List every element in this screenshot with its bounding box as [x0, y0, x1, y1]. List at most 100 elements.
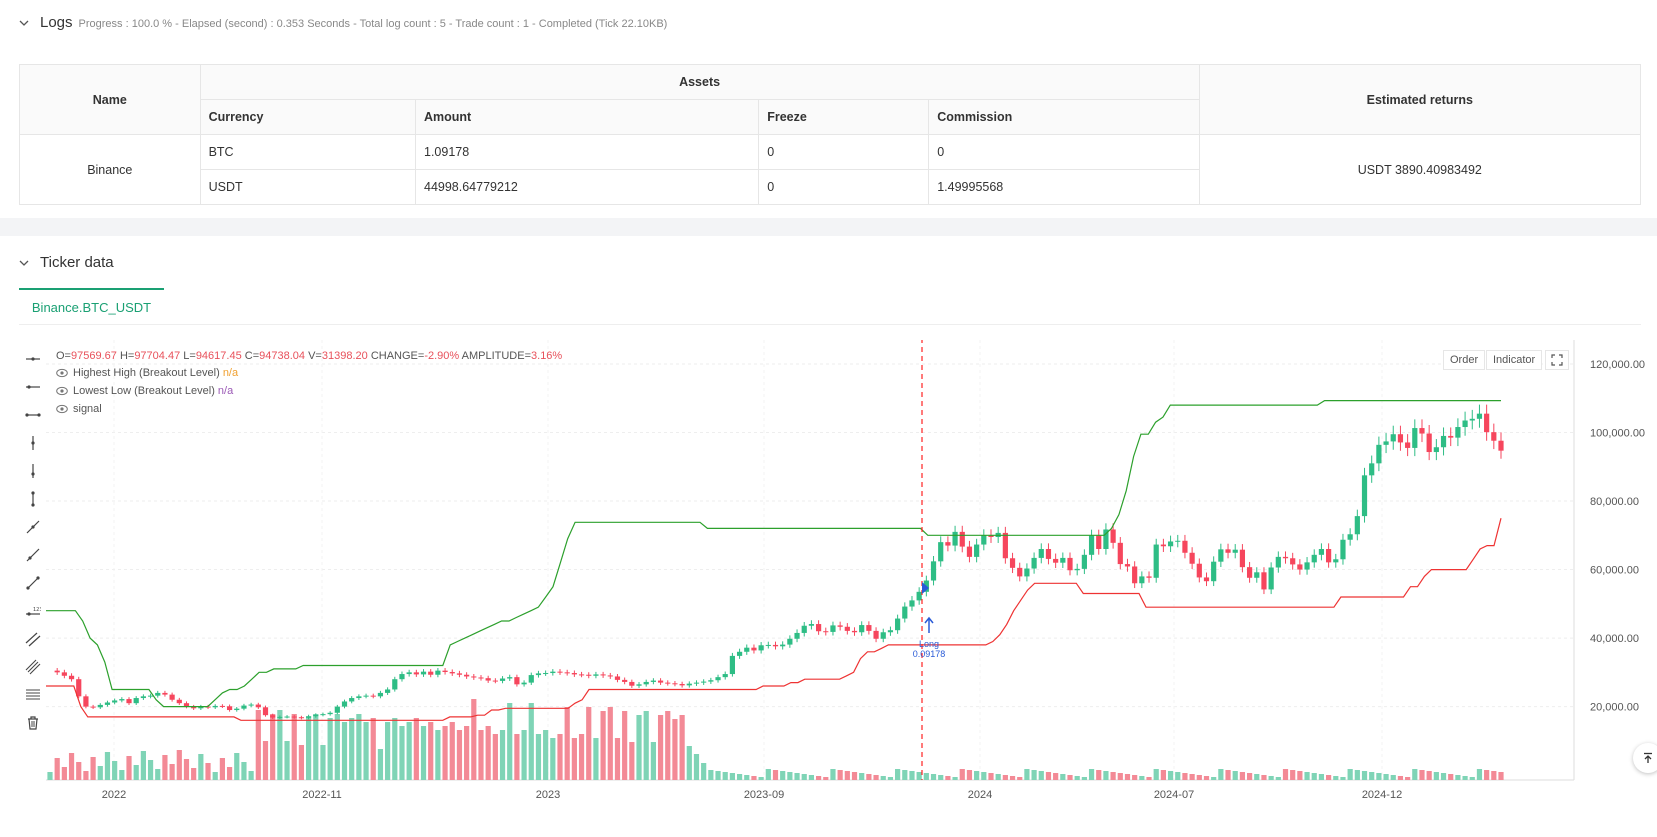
volume-bar: [112, 761, 118, 780]
volume-bar: [1397, 776, 1404, 780]
fibonacci-lines-tool-icon[interactable]: [22, 681, 44, 709]
eye-icon[interactable]: [56, 368, 68, 378]
scroll-to-latest-button[interactable]: [1633, 743, 1657, 773]
trash-icon[interactable]: [22, 709, 44, 737]
volume-bar: [392, 718, 398, 780]
candle-body: [895, 618, 901, 631]
amount-cell: 1.09178: [414, 134, 760, 170]
indicator-button[interactable]: Indicator: [1486, 350, 1543, 370]
vertical-line-tool-icon[interactable]: [22, 457, 44, 485]
candle-body: [392, 679, 398, 690]
candle-body: [1124, 564, 1131, 567]
ticker-header[interactable]: Ticker data: [18, 254, 114, 271]
candle-body: [1167, 541, 1174, 547]
candle-body: [657, 680, 664, 683]
candle-body: [478, 677, 484, 679]
fullscreen-button[interactable]: [1545, 350, 1569, 370]
volume-bar: [305, 718, 312, 780]
volume-bar: [643, 711, 649, 780]
candle-body: [1146, 576, 1152, 578]
volume-bar: [837, 770, 843, 780]
volume-bar: [1060, 774, 1066, 780]
candle-body: [909, 600, 915, 607]
section-divider: [0, 218, 1657, 236]
vertical-segment-tool-icon[interactable]: [22, 485, 44, 513]
x-tick-label: 2023: [536, 789, 560, 801]
candle-body: [1476, 413, 1483, 419]
horizontal-ray-tool-icon[interactable]: [22, 345, 44, 373]
commission-cell: 1.49995568: [928, 169, 1200, 205]
chevron-down-icon[interactable]: [18, 257, 30, 269]
candle-body: [708, 680, 714, 682]
candle-body: [701, 681, 707, 683]
candle-body: [629, 681, 635, 686]
volume-bar: [126, 756, 132, 780]
highest-high-line: [46, 400, 1501, 708]
chart-canvas[interactable]: 120,000.00 100,000.00 80,000.00 60,000.00 40…: [46, 320, 1657, 832]
volume-bar: [234, 753, 240, 780]
volume-bar: [298, 745, 305, 780]
order-button[interactable]: Order: [1443, 350, 1486, 370]
candle-body: [815, 624, 822, 632]
candle-body: [428, 671, 434, 675]
horizontal-line-tool-icon[interactable]: [22, 373, 44, 401]
candle-body: [528, 675, 534, 683]
candle-body: [212, 705, 218, 708]
volume-bar: [787, 772, 793, 780]
candle-body: [636, 684, 642, 686]
candle-body: [1160, 544, 1166, 547]
price-chart[interactable]: 120,000.00 100,000.00 80,000.00 60,000.00 40…: [46, 320, 1657, 832]
candle-body: [938, 542, 944, 562]
horizontal-segment-tool-icon[interactable]: [22, 401, 44, 429]
trend-line-tool-icon[interactable]: [22, 541, 44, 569]
candle-body: [1153, 544, 1159, 578]
candle-body: [471, 676, 477, 678]
eye-icon[interactable]: [56, 404, 68, 414]
legend-signal[interactable]: signal: [56, 403, 102, 415]
volume-bar: [1290, 770, 1296, 780]
candle-body: [622, 679, 628, 682]
volume-bar: [507, 703, 513, 780]
parallel-channel-tool-icon[interactable]: [22, 625, 44, 653]
legend-lowest-low[interactable]: Lowest Low (Breakout Level) n/a: [56, 385, 233, 397]
volume-bar: [370, 718, 376, 780]
candle-body: [1383, 441, 1389, 445]
candle-body: [1261, 572, 1267, 590]
volume-bar: [1218, 769, 1224, 780]
candle-body: [385, 689, 391, 693]
candle-body: [1067, 557, 1073, 571]
candle-body: [1218, 549, 1224, 562]
returns-cell: USDT 3890.40983492: [1198, 134, 1642, 205]
volume-bar: [851, 772, 858, 780]
trend-segment-tool-icon[interactable]: [22, 569, 44, 597]
candle-body: [571, 673, 577, 675]
tab-binance-btc-usdt[interactable]: Binance.BTC_USDT: [19, 288, 164, 324]
legend-highest-high[interactable]: Highest High (Breakout Level) n/a: [56, 367, 238, 379]
candle-body: [363, 695, 369, 697]
volume-bar: [830, 769, 836, 780]
eye-icon[interactable]: [56, 386, 68, 396]
price-label-tool-icon[interactable]: 123: [22, 597, 44, 625]
volume-bar: [1448, 774, 1454, 780]
ohlc-o-label: O=: [56, 350, 71, 362]
volume-bar: [1340, 777, 1346, 780]
candle-body: [902, 606, 908, 619]
volume-bar: [923, 773, 929, 780]
fib-channel-tool-icon[interactable]: [22, 653, 44, 681]
volume-bar: [938, 775, 944, 780]
candle-body: [873, 630, 879, 639]
volume-bar: [1433, 772, 1439, 780]
logs-header[interactable]: Logs Progress : 100.0 % - Elapsed (secon…: [18, 14, 667, 31]
candle-body: [715, 677, 721, 681]
candle-body: [277, 716, 283, 718]
candle-body: [751, 647, 757, 651]
candle-body: [521, 682, 527, 685]
logs-title: Logs: [40, 14, 73, 31]
trend-ray-tool-icon[interactable]: [22, 513, 44, 541]
chevron-down-icon[interactable]: [18, 17, 30, 29]
candle-body: [1455, 427, 1461, 438]
vertical-ray-tool-icon[interactable]: [22, 429, 44, 457]
candle-body: [119, 699, 125, 701]
volume-bar: [449, 722, 455, 780]
candle-body: [104, 702, 111, 705]
